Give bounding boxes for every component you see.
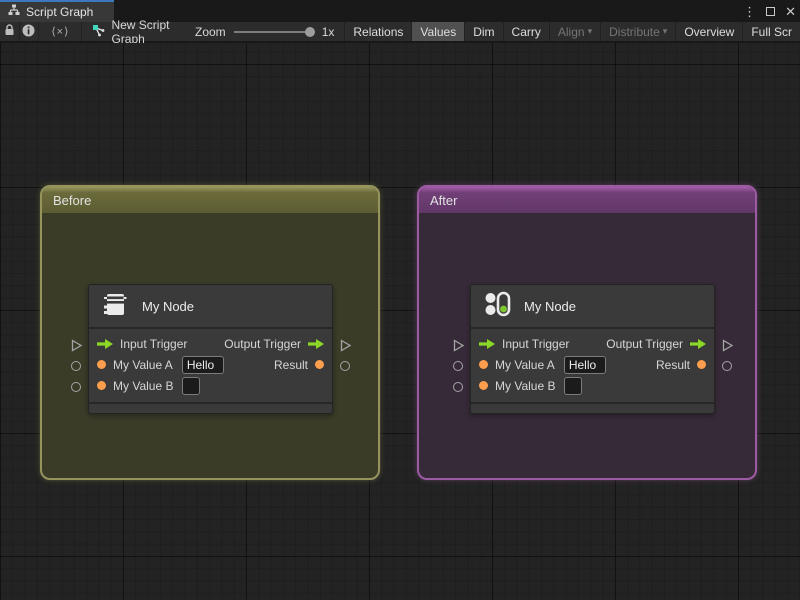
default-unit-icon <box>99 288 131 325</box>
external-flow-port-right[interactable] <box>338 338 352 352</box>
code-icon: ⟨×⟩ <box>51 26 70 38</box>
tab-script-graph[interactable]: Script Graph <box>0 0 114 22</box>
close-icon[interactable]: ✕ <box>785 5 796 18</box>
carry-button[interactable]: Carry <box>502 22 549 41</box>
zoom-label: Zoom <box>195 24 226 39</box>
chevron-down-icon: ▾ <box>587 26 593 36</box>
value-port-icon <box>97 360 106 369</box>
node-ports: Input Trigger Output Trigger My Value A <box>89 329 332 402</box>
output-trigger-port[interactable]: Output Trigger <box>224 337 324 351</box>
zoom-control: Zoom 1x <box>185 22 344 41</box>
script-graph-window: Script Graph ⋮ ✕ ⟨×⟩ New Script Graph Zo… <box>0 0 800 600</box>
group-before-label: Before <box>53 192 92 208</box>
external-value-port-left[interactable] <box>69 380 83 394</box>
input-trigger-port[interactable]: Input Trigger <box>479 337 569 351</box>
external-value-port-right[interactable] <box>720 359 734 373</box>
external-value-port-right[interactable] <box>338 359 352 373</box>
node-header[interactable]: My Node <box>89 285 332 329</box>
custom-unit-icon <box>481 288 513 325</box>
value-a-row: My Value A Result <box>89 354 332 375</box>
value-a-input[interactable] <box>563 355 606 374</box>
value-a-port[interactable]: My Value A <box>97 355 224 374</box>
value-b-row: My Value B <box>89 375 332 396</box>
script-graph-icon <box>8 3 20 21</box>
tab-title: Script Graph <box>26 5 94 19</box>
graph-canvas[interactable]: Before After My Node Input Trigger Outpu… <box>0 43 800 600</box>
value-a-row: My Value A Result <box>471 354 714 375</box>
node-footer <box>89 402 332 413</box>
kebab-menu-icon[interactable]: ⋮ <box>743 5 756 18</box>
fullscreen-button[interactable]: Full Scr <box>742 22 800 41</box>
lock-icon <box>4 24 15 39</box>
group-after-header[interactable]: After <box>419 187 755 213</box>
zoom-slider-handle[interactable] <box>304 26 315 37</box>
flow-arrow-icon <box>690 338 706 349</box>
align-button[interactable]: Align ▾ <box>548 22 600 41</box>
dim-button[interactable]: Dim <box>464 22 502 41</box>
result-port[interactable]: Result <box>656 358 706 372</box>
distribute-button[interactable]: Distribute ▾ <box>600 22 675 41</box>
info-icon <box>22 24 35 40</box>
external-flow-port-right[interactable] <box>720 338 734 352</box>
value-port-icon <box>479 360 488 369</box>
info-button[interactable] <box>20 22 40 41</box>
values-button[interactable]: Values <box>411 22 465 41</box>
node-before[interactable]: My Node Input Trigger Output Trigger My … <box>71 284 351 414</box>
trigger-row: Input Trigger Output Trigger <box>471 333 714 354</box>
output-trigger-port[interactable]: Output Trigger <box>606 337 706 351</box>
window-controls: ⋮ ✕ <box>743 0 796 22</box>
flow-arrow-icon <box>308 338 324 349</box>
value-port-icon <box>97 381 106 390</box>
external-value-port-left[interactable] <box>451 380 465 394</box>
zoom-value: 1x <box>321 24 335 39</box>
value-b-row: My Value B <box>471 375 714 396</box>
value-a-port[interactable]: My Value A <box>479 355 606 374</box>
trigger-row: Input Trigger Output Trigger <box>89 333 332 354</box>
value-port-icon <box>697 360 706 369</box>
group-after-label: After <box>430 192 458 208</box>
graph-node-icon <box>92 24 105 40</box>
node-title: My Node <box>142 298 195 314</box>
value-port-icon <box>315 360 324 369</box>
value-b-port[interactable]: My Value B <box>97 376 201 395</box>
maximize-icon[interactable] <box>766 6 776 16</box>
external-flow-port-left[interactable] <box>69 338 83 352</box>
external-value-port-left[interactable] <box>451 359 465 373</box>
value-a-input[interactable] <box>181 355 224 374</box>
node-header[interactable]: My Node <box>471 285 714 329</box>
new-script-graph-label: New Script Graph <box>111 17 170 46</box>
graph-toolbar: ⟨×⟩ New Script Graph Zoom 1x Relations V… <box>0 18 800 46</box>
code-view-button[interactable]: ⟨×⟩ <box>39 22 83 41</box>
value-b-input[interactable] <box>182 376 201 395</box>
value-b-input[interactable] <box>564 376 583 395</box>
node-ports: Input Trigger Output Trigger My Value A <box>471 329 714 402</box>
node-footer <box>471 402 714 413</box>
external-flow-port-left[interactable] <box>451 338 465 352</box>
flow-arrow-icon <box>97 338 113 349</box>
external-value-port-left[interactable] <box>69 359 83 373</box>
value-b-port[interactable]: My Value B <box>479 376 583 395</box>
result-port[interactable]: Result <box>274 358 324 372</box>
chevron-down-icon: ▾ <box>662 26 668 36</box>
overview-button[interactable]: Overview <box>675 22 742 41</box>
value-port-icon <box>479 381 488 390</box>
lock-button[interactable] <box>0 22 20 41</box>
node-title: My Node <box>524 298 577 314</box>
flow-arrow-icon <box>479 338 495 349</box>
node-box[interactable]: My Node Input Trigger Output Trigger My … <box>88 284 333 414</box>
new-script-graph-button[interactable]: New Script Graph <box>82 18 185 46</box>
group-before-header[interactable]: Before <box>42 187 378 213</box>
node-after[interactable]: My Node Input Trigger Output Trigger My … <box>453 284 733 414</box>
relations-button[interactable]: Relations <box>344 22 411 41</box>
input-trigger-port[interactable]: Input Trigger <box>97 337 187 351</box>
node-box[interactable]: My Node Input Trigger Output Trigger My … <box>470 284 715 414</box>
zoom-slider[interactable] <box>233 26 315 37</box>
